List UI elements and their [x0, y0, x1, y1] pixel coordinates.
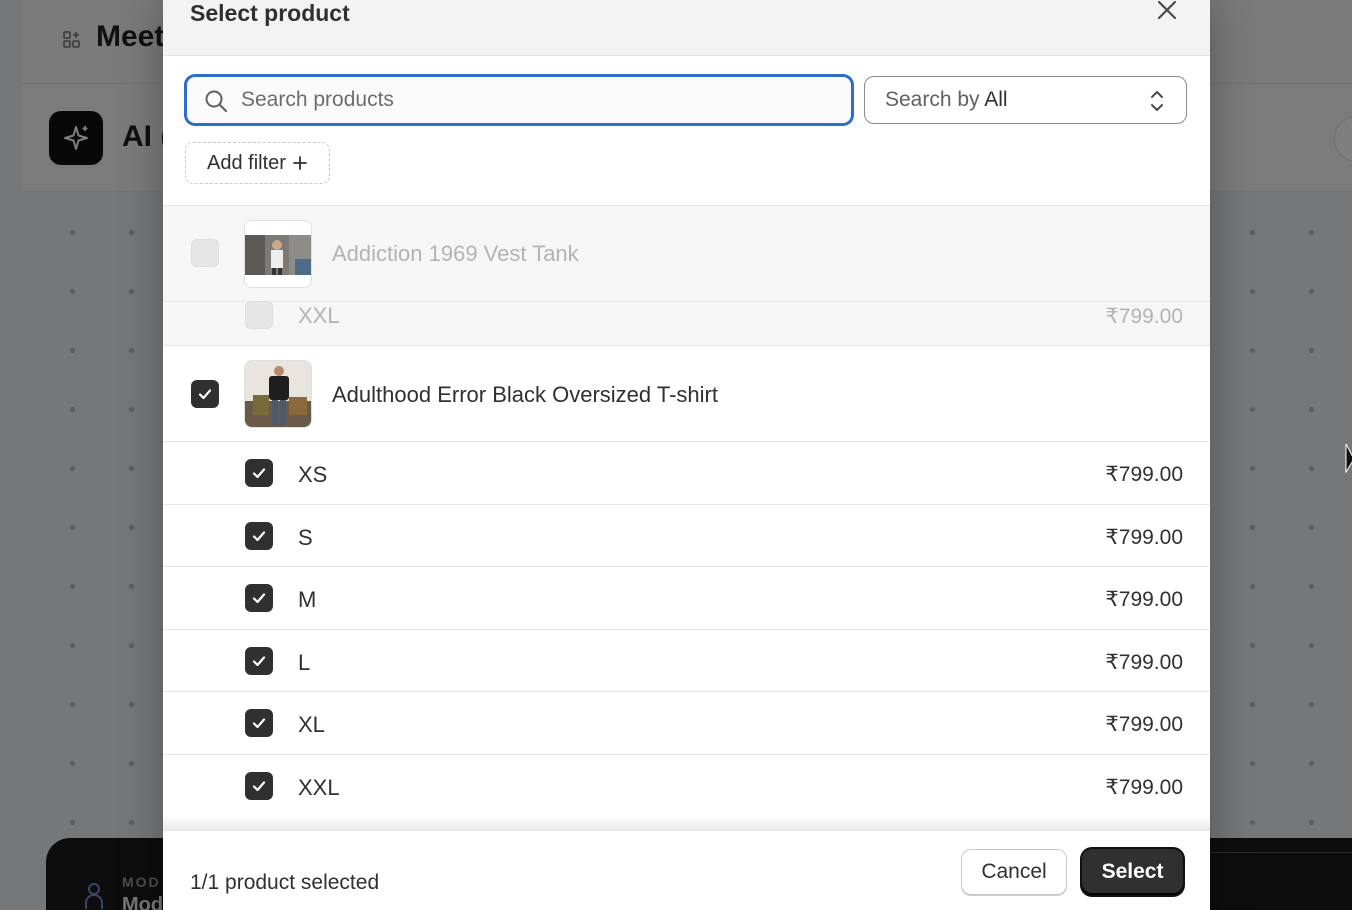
variant-checkbox[interactable] — [245, 646, 273, 675]
search-by-prefix: Search by — [885, 88, 980, 111]
search-by-text: Search by All — [885, 88, 1008, 112]
variant-label: XL — [298, 712, 325, 737]
checkmark-icon — [252, 780, 266, 791]
variant-row[interactable]: XXL ₹799.00 — [163, 755, 1210, 818]
add-filter-button[interactable]: Add filter — [185, 142, 330, 184]
variant-row[interactable]: L ₹799.00 — [163, 630, 1210, 692]
close-icon — [1157, 0, 1177, 20]
variant-price: ₹799.00 — [1105, 650, 1183, 674]
search-by-value: All — [984, 88, 1008, 111]
variant-checkbox[interactable] — [245, 771, 273, 800]
variant-label: L — [298, 649, 311, 675]
mouse-cursor-icon — [1345, 443, 1352, 473]
variant-label: S — [298, 524, 313, 550]
search-by-select[interactable]: Search by All — [864, 76, 1187, 124]
modal-header: Select product — [163, 0, 1210, 56]
product-thumbnail — [244, 360, 312, 428]
variant-row[interactable]: XL ₹799.00 — [163, 692, 1210, 755]
product-title: Addiction 1969 Vest Tank — [332, 241, 579, 266]
variant-checkbox[interactable] — [245, 521, 273, 550]
search-icon — [205, 90, 228, 113]
checkmark-icon — [198, 389, 212, 400]
variant-price: ₹799.00 — [1105, 525, 1183, 549]
variant-price: ₹799.00 — [1105, 463, 1183, 486]
variant-label: M — [298, 587, 317, 612]
checkmark-icon — [252, 530, 266, 541]
scroll-shadow — [163, 815, 1210, 831]
product-checkbox[interactable] — [191, 380, 219, 408]
product-checkbox — [191, 239, 219, 267]
product-thumbnail — [244, 220, 312, 288]
close-button[interactable] — [1153, 0, 1181, 24]
select-button[interactable]: Select — [1082, 849, 1183, 895]
variant-checkbox[interactable] — [245, 709, 273, 737]
search-field[interactable] — [185, 75, 853, 125]
cancel-button[interactable]: Cancel — [961, 849, 1067, 895]
product-title: Adulthood Error Black Oversized T-shirt — [332, 382, 718, 407]
plus-icon — [293, 156, 307, 170]
search-input[interactable] — [241, 77, 841, 123]
modal-title: Select product — [190, 0, 350, 26]
variant-row: XXL ₹799.00 — [163, 301, 1210, 346]
variant-price: ₹799.00 — [1105, 305, 1183, 328]
variant-row[interactable]: XS ₹799.00 — [163, 442, 1210, 505]
select-chevrons-icon — [1151, 91, 1163, 111]
variant-checkbox — [245, 301, 273, 329]
variant-price: ₹799.00 — [1105, 775, 1183, 799]
modal-footer: 1/1 product selected Cancel Select — [163, 830, 1210, 910]
add-filter-label: Add filter — [207, 151, 286, 174]
variant-label: XXL — [298, 774, 340, 800]
select-product-modal: Select product Search by All Add filter — [163, 0, 1210, 910]
selection-status: 1/1 product selected — [190, 871, 380, 894]
checkmark-icon — [252, 468, 266, 479]
variant-price: ₹799.00 — [1105, 713, 1183, 736]
variant-checkbox[interactable] — [245, 584, 273, 612]
product-list[interactable]: Addiction 1969 Vest Tank XXL ₹799.00 Adu… — [163, 205, 1210, 830]
variant-label: XXL — [298, 303, 340, 328]
checkmark-icon — [252, 655, 266, 666]
variant-row[interactable]: S ₹799.00 — [163, 505, 1210, 567]
variant-row[interactable]: M ₹799.00 — [163, 567, 1210, 630]
product-row: Addiction 1969 Vest Tank — [163, 206, 1210, 302]
checkmark-icon — [252, 718, 266, 729]
variant-checkbox[interactable] — [245, 459, 273, 487]
product-row[interactable]: Adulthood Error Black Oversized T-shirt — [163, 346, 1210, 442]
variant-price: ₹799.00 — [1105, 588, 1183, 611]
checkmark-icon — [252, 593, 266, 604]
variant-label: XS — [298, 462, 328, 487]
